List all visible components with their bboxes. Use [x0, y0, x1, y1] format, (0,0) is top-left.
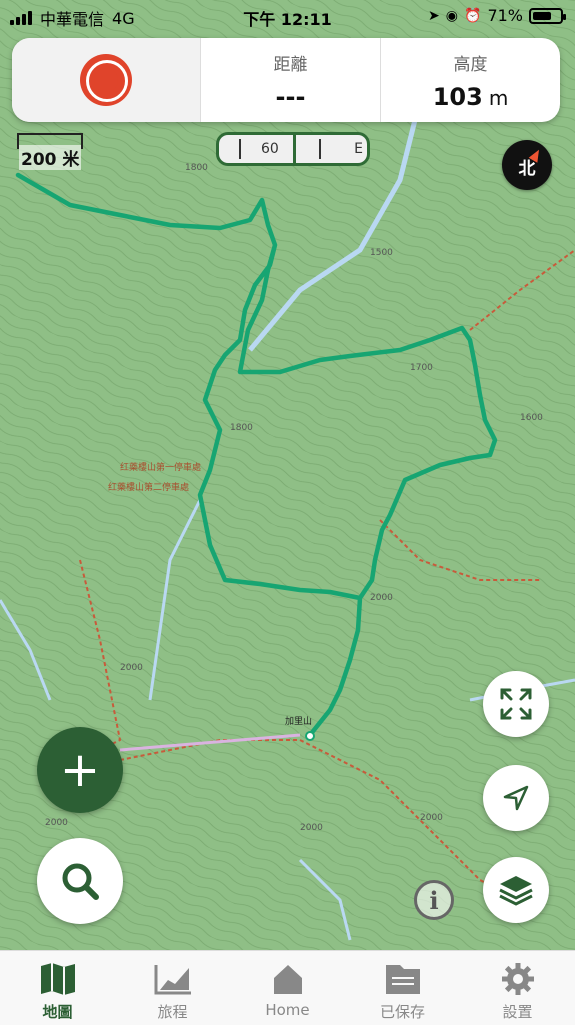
poi-label: 红藥樓山第一停車處 — [120, 461, 201, 473]
altitude-label: 高度 — [453, 54, 488, 75]
tab-label: 設置 — [502, 1003, 533, 1021]
add-button[interactable]: + — [37, 727, 123, 813]
search-icon — [62, 863, 99, 900]
contour-label: 1800 — [185, 163, 208, 173]
map-scale: 200 米 — [17, 133, 83, 170]
contour-label: 2000 — [300, 823, 323, 833]
contour-label: 2000 — [45, 818, 68, 828]
tab-label: 已保存 — [379, 1003, 425, 1021]
distance-metric: 距離 --- — [201, 38, 381, 122]
contour-label: 1500 — [370, 248, 393, 258]
battery-percent: 71% — [487, 6, 523, 25]
altitude-value: 103 — [432, 82, 483, 111]
distance-value: --- — [275, 82, 306, 111]
info-icon[interactable]: i — [414, 880, 454, 920]
contour-label: 2000 — [370, 593, 393, 603]
compass-north-label: 北 — [518, 159, 536, 179]
expand-icon — [500, 688, 532, 720]
record-area[interactable] — [12, 38, 201, 122]
tab-trips[interactable]: 旅程 — [115, 951, 230, 1025]
compass-icon[interactable]: 北 — [502, 140, 552, 190]
heading-tape: 60 E — [216, 132, 370, 166]
plus-icon: + — [59, 742, 101, 798]
contour-label: 1800 — [230, 423, 253, 433]
heading-needle — [293, 135, 296, 163]
heading-tick-label: 60 — [261, 141, 279, 157]
heading-direction: E — [354, 141, 363, 157]
layers-button[interactable] — [483, 857, 549, 923]
distance-label: 距離 — [273, 54, 308, 75]
poi-label: 红藥樓山第二停車處 — [108, 481, 189, 493]
poi-label: 加里山 — [285, 716, 312, 727]
navigation-icon — [503, 785, 529, 811]
tab-label: 地圖 — [42, 1003, 73, 1021]
chart-icon — [154, 965, 191, 995]
contour-label: 1700 — [410, 363, 433, 373]
contour-label: 2000 — [120, 663, 143, 673]
gear-icon — [501, 963, 534, 995]
location-arrow-icon: ➤ — [428, 7, 440, 24]
locate-button[interactable] — [483, 765, 549, 831]
tab-map[interactable]: 地圖 — [0, 951, 115, 1025]
map-icon — [40, 963, 75, 995]
orientation-lock-icon: ◉ — [445, 7, 458, 24]
tab-label: 旅程 — [157, 1003, 188, 1021]
tracking-panel: 距離 --- 高度 103 m — [12, 38, 560, 122]
tab-settings[interactable]: 設置 — [460, 951, 575, 1025]
layers-icon — [499, 876, 533, 906]
search-button[interactable] — [37, 838, 123, 924]
home-icon — [273, 965, 302, 994]
tab-home[interactable]: Home — [230, 951, 345, 1025]
fullscreen-button[interactable] — [483, 671, 549, 737]
altitude-metric: 高度 103 m — [381, 38, 560, 122]
record-icon[interactable] — [80, 54, 132, 106]
scale-label: 200 米 — [19, 145, 82, 170]
battery-icon — [529, 7, 566, 24]
contour-label: 1600 — [520, 413, 543, 423]
tab-bar: 地圖 旅程 Home 已保存 設置 — [0, 950, 575, 1025]
folder-icon — [385, 965, 420, 994]
tab-saved[interactable]: 已保存 — [345, 951, 460, 1025]
tab-label: Home — [265, 1001, 310, 1019]
altitude-unit: m — [488, 85, 509, 110]
alarm-icon: ⏰ — [464, 7, 482, 24]
contour-label: 2000 — [420, 813, 443, 823]
status-bar: 中華電信 4G 下午 12:11 ➤ ◉ ⏰ 71% — [0, 0, 575, 34]
